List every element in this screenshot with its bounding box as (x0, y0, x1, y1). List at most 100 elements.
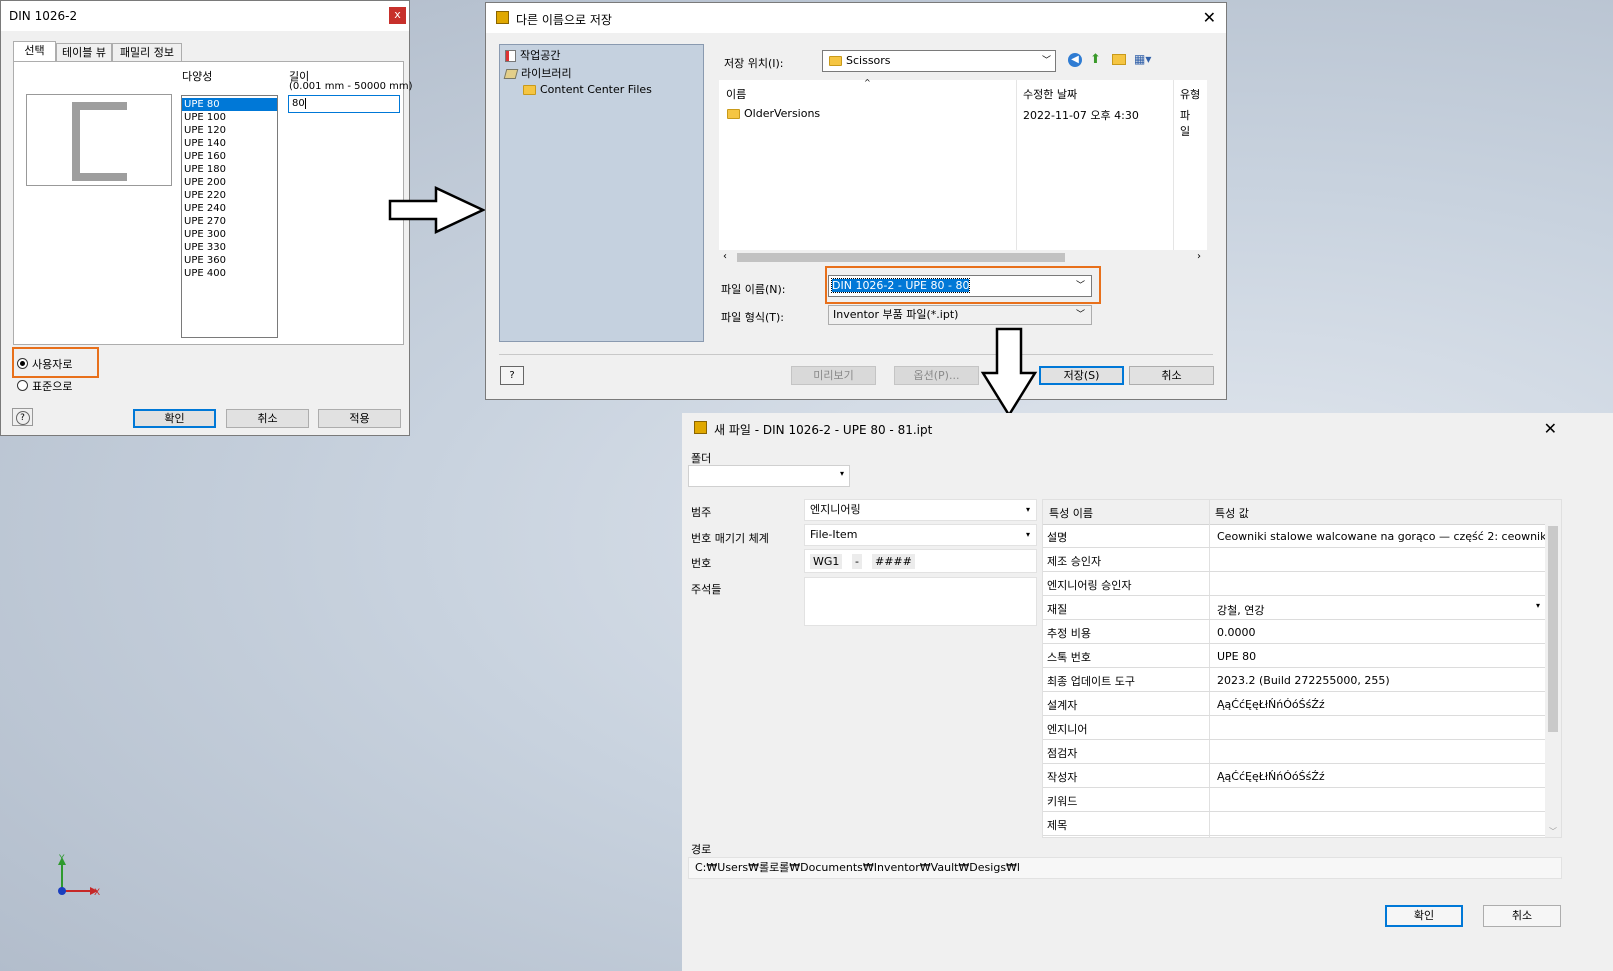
list-item[interactable]: UPE 300 (182, 228, 277, 241)
number-label: 번호 (691, 557, 712, 570)
arrow-down-icon (980, 327, 1038, 418)
apply-button[interactable]: 적용 (318, 409, 401, 428)
radio-standard-label[interactable]: 표준으로 (32, 378, 72, 394)
arrow-right-icon (388, 186, 486, 234)
back-icon[interactable]: ◀ (1068, 53, 1082, 67)
scroll-down-icon[interactable]: ﹀ (1549, 826, 1557, 837)
cancel-button[interactable]: 취소 (1483, 905, 1561, 927)
list-item[interactable]: UPE 200 (182, 176, 277, 189)
column-name[interactable]: 이름 (726, 86, 746, 102)
property-value[interactable]: ĄąĆćĘęŁłŃńÓóŚśŹź (1217, 698, 1547, 711)
chevron-down-icon[interactable]: ▾ (1536, 601, 1540, 610)
axis-y-label: Y (58, 854, 65, 864)
table-row[interactable]: 키워드 (1043, 788, 1546, 812)
table-row[interactable]: 스톡 번호 UPE 80 (1043, 644, 1546, 668)
scroll-right-icon[interactable]: › (1197, 251, 1201, 262)
table-row[interactable]: 추정 비용 0.0000 (1043, 620, 1546, 644)
list-item[interactable]: UPE 160 (182, 150, 277, 163)
list-item[interactable]: UPE 100 (182, 111, 277, 124)
table-row[interactable]: 제조 승인자 (1043, 548, 1546, 572)
tab-table-view[interactable]: 테이블 뷰 (56, 43, 112, 61)
help-icon[interactable]: ? (12, 408, 33, 426)
list-item[interactable]: UPE 330 (182, 241, 277, 254)
property-value[interactable]: Ceowniki stalowe walcowane na gorąco — c… (1217, 530, 1547, 543)
up-folder-icon[interactable]: ⬆ (1090, 52, 1104, 67)
view-menu-icon[interactable]: ▦▾ (1134, 52, 1158, 67)
property-value[interactable]: 강철, 연강 (1217, 602, 1547, 618)
property-value[interactable]: ĄąĆćĘęŁłŃńÓóŚśŹź (1217, 770, 1547, 783)
highlight-custom (12, 347, 99, 378)
variety-label: 다양성 (182, 70, 213, 83)
table-row[interactable]: 재질 강철, 연강 ▾ (1043, 596, 1546, 620)
horizontal-scrollbar[interactable]: ‹ › (719, 250, 1207, 265)
tree-item-content-center[interactable]: Content Center Files (523, 83, 652, 96)
property-name: 최종 업데이트 도구 (1047, 675, 1135, 688)
options-button[interactable]: 옵션(P)... (894, 366, 979, 385)
profile-preview (26, 94, 172, 186)
column-type[interactable]: 유형 (1180, 86, 1200, 102)
cancel-button[interactable]: 취소 (1129, 366, 1214, 385)
new-file-titlebar: 새 파일 - DIN 1026-2 - UPE 80 - 81.ipt ✕ (682, 413, 1613, 443)
property-value[interactable]: 2023.2 (Build 272255000, 255) (1217, 674, 1547, 687)
filetype-dropdown[interactable]: Inventor 부품 파일(*.ipt) ﹀ (828, 305, 1092, 325)
vertical-scrollbar[interactable]: ﹀ (1545, 500, 1561, 837)
close-icon[interactable]: ✕ (1203, 10, 1216, 26)
column-date[interactable]: 수정한 날짜 (1023, 86, 1077, 102)
ok-button[interactable]: 확인 (133, 409, 216, 428)
save-button[interactable]: 저장(S) (1039, 366, 1124, 385)
radio-standard[interactable] (17, 380, 28, 391)
help-icon[interactable]: ? (500, 366, 524, 385)
tab-family-info[interactable]: 패밀리 정보 (112, 43, 182, 61)
close-icon[interactable]: ✕ (1544, 421, 1557, 437)
preview-button[interactable]: 미리보기 (791, 366, 876, 385)
save-as-title: 다른 이름으로 저장 (516, 13, 612, 27)
property-name: 제조 승인자 (1047, 555, 1102, 568)
list-item[interactable]: UPE 120 (182, 124, 277, 137)
numbering-dropdown[interactable]: File-Item ▾ (804, 524, 1037, 546)
ok-button[interactable]: 확인 (1385, 905, 1463, 927)
property-name: 추정 비용 (1047, 627, 1091, 640)
list-item[interactable]: UPE 80 (182, 98, 277, 111)
scroll-thumb[interactable] (737, 253, 1065, 262)
path-field: C:₩Users₩롤로롤₩Documents₩Inventor₩Vault₩De… (688, 857, 1562, 879)
close-icon[interactable]: x (389, 7, 406, 24)
table-row[interactable]: 엔지니어 (1043, 716, 1546, 740)
tab-select[interactable]: 선택 (13, 41, 56, 62)
table-row[interactable]: 점검자 (1043, 740, 1546, 764)
column-property-value[interactable]: 특성 값 (1215, 505, 1249, 521)
comments-textarea[interactable] (804, 577, 1037, 626)
save-in-dropdown[interactable]: Scissors ﹀ (822, 50, 1056, 72)
number-field[interactable]: WG1 - #### (804, 549, 1037, 573)
folder-dropdown[interactable]: ▾ (688, 465, 850, 487)
category-dropdown[interactable]: 엔지니어링 ▾ (804, 499, 1037, 521)
list-item[interactable]: UPE 270 (182, 215, 277, 228)
tree-item-library[interactable]: 라이브러리 (503, 65, 572, 81)
number-separator: - (852, 554, 862, 569)
list-item[interactable]: UPE 180 (182, 163, 277, 176)
cancel-button[interactable]: 취소 (226, 409, 309, 428)
column-property-name[interactable]: 특성 이름 (1049, 505, 1093, 521)
property-value[interactable]: UPE 80 (1217, 650, 1547, 663)
location-tree: 작업공간 라이브러리 Content Center Files (499, 44, 704, 342)
property-value[interactable]: 0.0000 (1217, 626, 1547, 639)
new-folder-icon[interactable] (1112, 54, 1126, 65)
list-item[interactable]: UPE 400 (182, 267, 277, 280)
list-item[interactable]: UPE 140 (182, 137, 277, 150)
list-item[interactable]: UPE 360 (182, 254, 277, 267)
chevron-down-icon: ▾ (1025, 505, 1030, 514)
table-row[interactable]: 엔지니어링 승인자 (1043, 572, 1546, 596)
scroll-thumb[interactable] (1548, 526, 1558, 732)
table-row[interactable]: 최종 업데이트 도구 2023.2 (Build 272255000, 255) (1043, 668, 1546, 692)
tree-item-workspace[interactable]: 작업공간 (505, 47, 560, 63)
table-row[interactable]: 설명 Ceowniki stalowe walcowane na gorąco —… (1043, 524, 1547, 548)
list-item[interactable]: UPE 240 (182, 202, 277, 215)
filetype-label: 파일 형식(T): (721, 311, 784, 324)
table-row[interactable]: 설계자 ĄąĆćĘęŁłŃńÓóŚśŹź (1043, 692, 1546, 716)
size-list[interactable]: UPE 80 UPE 100 UPE 120 UPE 140 UPE 160 UPE 18… (181, 95, 278, 338)
table-row[interactable]: 제목 (1043, 812, 1546, 836)
table-row[interactable]: 작성자 ĄąĆćĘęŁłŃńÓóŚśŹź (1043, 764, 1546, 788)
scroll-left-icon[interactable]: ‹ (723, 251, 727, 262)
length-input[interactable]: 80 (288, 95, 400, 113)
list-item[interactable]: OlderVersions 2022-11-07 오후 4:30 파일 (727, 107, 1197, 138)
list-item[interactable]: UPE 220 (182, 189, 277, 202)
